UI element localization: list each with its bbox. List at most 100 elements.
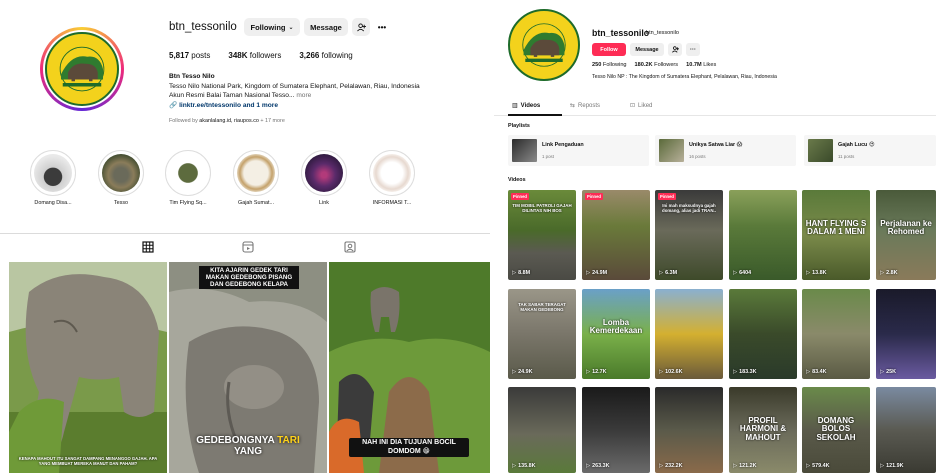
play-icon: ▷ [880, 369, 885, 375]
pinned-badge: Pinned [658, 193, 676, 200]
ig-followed-by[interactable]: Followed by akanlalang.id, riaupos.co + … [169, 118, 285, 124]
video-tile[interactable]: Lomba Kemerdekaan ▷ 12.7K [582, 289, 650, 379]
ig-tabs-divider [0, 233, 490, 234]
video-views-count: 8.8M [518, 270, 531, 276]
tab-reposts[interactable]: ⇆ Reposts [570, 102, 600, 110]
ig-reels-icon[interactable] [242, 241, 254, 253]
ig-stat-followers[interactable]: 348K followers [228, 51, 281, 60]
ig-highlight-ring [301, 150, 347, 196]
playlist-thumb [808, 139, 833, 162]
ig-post-tile[interactable]: KENAPA MAHOUT ITU SANGAT DAMPANG MENANGG… [9, 262, 167, 473]
play-icon: ▷ [586, 463, 591, 469]
ig-display-name: Btn Tesso Nilo [169, 73, 215, 80]
ig-highlight[interactable]: Tesso [97, 150, 145, 206]
ig-highlight[interactable]: Domang Disa... [29, 150, 77, 206]
ig-highlight-thumb [169, 154, 207, 192]
ig-highlight[interactable]: Gajah Sumat... [232, 150, 280, 206]
tt-username: btn_tessonilo [592, 28, 650, 38]
ig-highlight-label: INFORMASI T... [372, 200, 412, 206]
video-tile[interactable]: ▷ 25K [876, 289, 936, 379]
video-views: ▷ 121.9K [880, 463, 904, 469]
video-tile[interactable]: ▷ 102.6K [655, 289, 723, 379]
video-views: ▷ 25K [880, 369, 896, 375]
ig-tagged-icon[interactable] [344, 241, 356, 253]
video-tile[interactable]: ▷ 121.9K [876, 387, 936, 473]
video-views-count: 579.4K [812, 463, 830, 469]
ig-stat-posts[interactable]: 5,817 posts [169, 51, 210, 60]
ig-stat-following[interactable]: 3,266 following [299, 51, 352, 60]
ig-highlight[interactable]: INFORMASI T... [368, 150, 416, 206]
ig-highlight-thumb [237, 154, 275, 192]
ig-post-caption-highlight: TARI [277, 435, 300, 446]
tt-stat-followers[interactable]: 180.2K Followers [635, 62, 679, 68]
ig-more-options-button[interactable]: ••• [374, 18, 390, 36]
pinned-badge: Pinned [585, 193, 603, 200]
video-tile[interactable]: ▷ 135.8K [508, 387, 576, 473]
tab-videos[interactable]: ▥ Videos [512, 102, 540, 110]
ig-message-button[interactable]: Message [304, 18, 348, 36]
ig-stat-value: 5,817 [169, 51, 190, 60]
ig-bio-more-link[interactable]: more [296, 92, 311, 99]
video-tile[interactable]: PROFIL HARMONI & MAHOUT ▷ 121.2K [729, 387, 797, 473]
video-overlay-text: TIM MOBIL PATROLI GAJAH DILINTAS NIH BOS [512, 203, 572, 213]
video-tile[interactable]: ▷ 183.3K [729, 289, 797, 379]
play-icon: ▷ [512, 369, 517, 375]
video-views-count: 24.9K [518, 369, 533, 375]
video-views: ▷ 12.7K [586, 369, 607, 375]
play-icon: ▷ [659, 463, 664, 469]
video-tile[interactable]: TAK SABAR TERAGAT MAKAN GEDEBONG ▷ 24.9K [508, 289, 576, 379]
ig-followed-names: akanlalang.id, riaupos.co [199, 118, 259, 124]
more-options-icon: ··· [690, 46, 696, 53]
ig-grid-icon[interactable] [142, 241, 154, 253]
tt-more-button[interactable]: ··· [686, 43, 700, 56]
video-views: ▷ 263.3K [586, 463, 610, 469]
tt-stat-value: 250 [592, 62, 602, 68]
video-tile[interactable]: Pinned Ini mah maksudnya gajah domang, al… [655, 190, 723, 280]
ig-highlight-label: Domang Disa... [34, 200, 72, 206]
video-tile[interactable]: Pinned TIM MOBIL PATROLI GAJAH DILINTAS N… [508, 190, 576, 280]
ig-followed-prefix: Followed by [169, 118, 198, 124]
seal-logo-svg [48, 35, 116, 103]
playlist-card[interactable]: Unikya Satwa Liar 😱 16 posts [655, 135, 796, 166]
ig-post-caption-big: GEDEBONGNYA TARI YANG [175, 434, 321, 458]
video-tile[interactable]: HANT FLYING S DALAM 1 MENI ▷ 13.8K [802, 190, 870, 280]
video-tile[interactable]: ▷ 6404 [729, 190, 797, 280]
tt-message-button[interactable]: Message [630, 43, 664, 56]
play-icon: ▷ [806, 369, 811, 375]
taman-nasional-seal-icon [45, 32, 119, 106]
video-tile[interactable]: ▷ 232.2K [655, 387, 723, 473]
chevron-down-icon: ⌄ [288, 24, 294, 31]
play-icon: ▷ [659, 270, 664, 276]
ig-profile-avatar[interactable] [40, 27, 124, 111]
video-views-count: 121.2K [739, 463, 757, 469]
tt-follow-button[interactable]: Follow [592, 43, 626, 56]
video-tile[interactable]: Pinned ▷ 24.9M [582, 190, 650, 280]
playlist-card[interactable]: Gajah Lucu 😍 11 posts [804, 135, 936, 166]
ig-highlight[interactable]: Tim Flying Sq... [164, 150, 212, 206]
video-views-count: 83.4K [812, 369, 827, 375]
playlist-card[interactable]: Link Pengaduan 1 post [508, 135, 649, 166]
pinned-badge: Pinned [511, 193, 529, 200]
video-tile[interactable]: Perjalanan ke Rehomed ▷ 2.8K [876, 190, 936, 280]
tt-profile-avatar[interactable] [508, 9, 580, 81]
video-views: ▷ 2.8K [880, 270, 898, 276]
tt-stat-following[interactable]: 250 Following [592, 62, 627, 68]
video-overlay-text: TAK SABAR TERAGAT MAKAN GEDEBONG [518, 302, 566, 312]
ig-post-tile[interactable]: NAH INI DIA TUJUAN BOCIL DOMDOM 😁 [329, 262, 490, 473]
video-views: ▷ 24.9M [586, 270, 607, 276]
video-views: ▷ 121.2K [733, 463, 757, 469]
tt-add-user-button[interactable] [668, 43, 682, 56]
video-tile[interactable]: ▷ 83.4K [802, 289, 870, 379]
add-user-button[interactable] [352, 18, 370, 36]
ig-post-tile[interactable]: KITA AJARIN GEDEK TARI MAKAN GEDEBONG PI… [169, 262, 327, 473]
ig-highlight[interactable]: Link [300, 150, 348, 206]
ig-highlight-thumb [102, 154, 140, 192]
ig-following-button[interactable]: Following ⌄ [244, 18, 300, 36]
ig-bio-link-row[interactable]: 🔗 linktr.ee/tntessonilo and 1 more [169, 101, 469, 111]
video-tile[interactable]: ▷ 263.3K [582, 387, 650, 473]
ig-bio-link[interactable]: linktr.ee/tntessonilo and 1 more [179, 102, 278, 109]
ig-followed-suffix: + 17 more [260, 118, 285, 124]
tab-liked[interactable]: ⊡ Liked [630, 102, 652, 110]
video-tile[interactable]: DOMANG BOLOS SEKOLAH ▷ 579.4K [802, 387, 870, 473]
tt-stat-value: 180.2K [634, 62, 653, 68]
